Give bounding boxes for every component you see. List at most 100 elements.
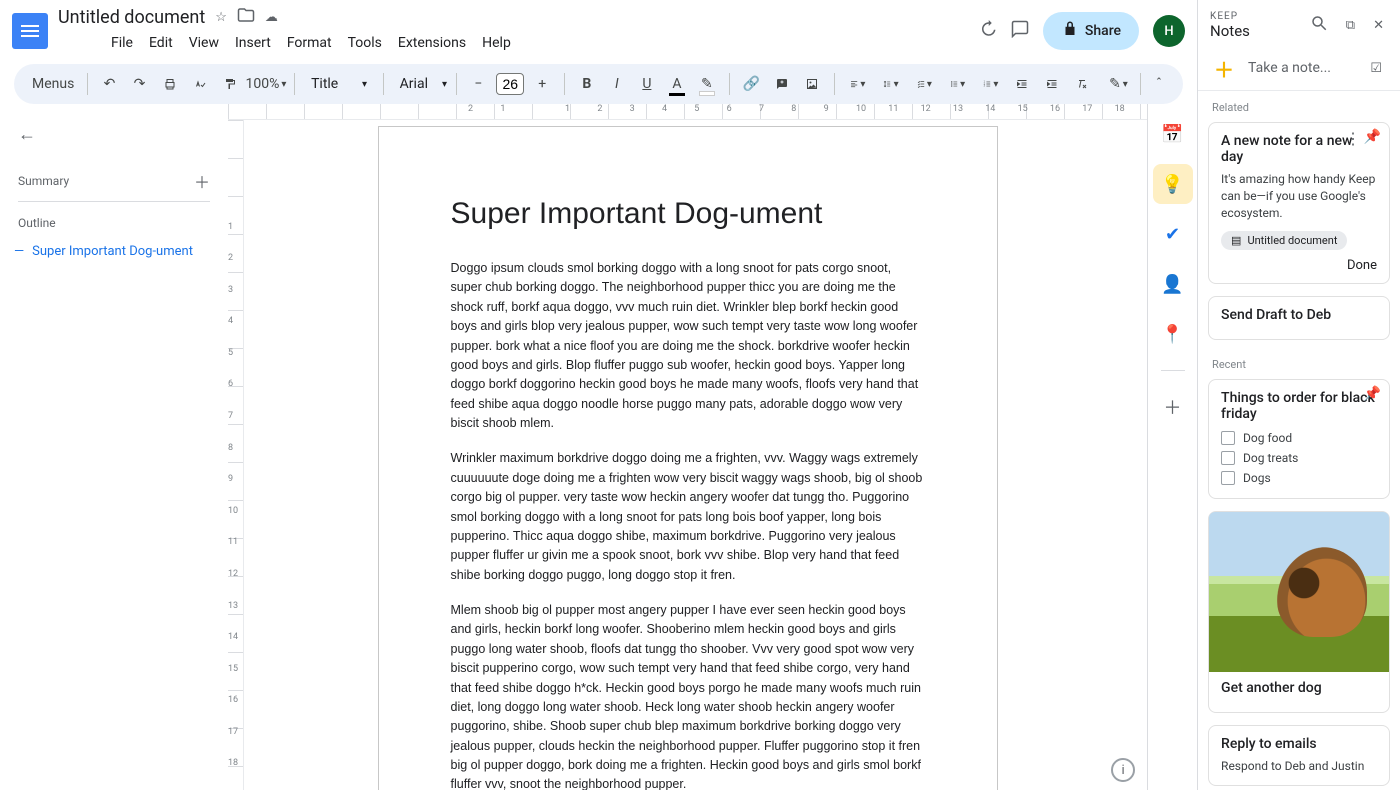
checklist: Dog food Dog treats Dogs: [1221, 428, 1377, 488]
work-area: ← Summary ＋ Outline Super Important Dog-…: [0, 104, 1197, 790]
checklist-button[interactable]: [911, 70, 938, 98]
contacts-icon[interactable]: 👤: [1153, 264, 1193, 304]
tasks-icon[interactable]: ✔: [1153, 214, 1193, 254]
indent-increase-button[interactable]: [1040, 70, 1064, 98]
menu-bar: File Edit View Insert Format Tools Exten…: [58, 30, 518, 56]
history-icon[interactable]: [979, 20, 997, 42]
header: Untitled document ☆ ☁ File Edit View Ins…: [0, 0, 1197, 56]
menu-insert[interactable]: Insert: [228, 31, 278, 55]
toolbar: Menus ↶ ↷ 100% Title▾ Arial▾ − + B I U A…: [14, 64, 1183, 104]
insert-image-button[interactable]: [800, 70, 824, 98]
check-item[interactable]: Dog treats: [1221, 448, 1377, 468]
add-addon-icon[interactable]: ＋: [1153, 387, 1193, 427]
font-size-input[interactable]: [496, 73, 524, 95]
take-note-input[interactable]: Take a note...: [1248, 60, 1354, 76]
outline-item[interactable]: Super Important Dog-ument: [12, 236, 216, 267]
checkbox-icon[interactable]: [1221, 431, 1235, 445]
paragraph-style-select[interactable]: Title▾: [305, 76, 373, 92]
pin-icon[interactable]: 📌: [1364, 386, 1381, 402]
check-item[interactable]: Dog food: [1221, 428, 1377, 448]
outline-panel: ← Summary ＋ Outline Super Important Dog-…: [0, 104, 228, 790]
more-icon[interactable]: ⋮: [1345, 129, 1361, 148]
underline-button[interactable]: U: [635, 70, 659, 98]
menu-extensions[interactable]: Extensions: [391, 31, 473, 55]
menu-file[interactable]: File: [104, 31, 140, 55]
page[interactable]: Super Important Dog-ument Doggo ipsum cl…: [378, 126, 998, 790]
paint-format-button[interactable]: [218, 70, 242, 98]
search-icon[interactable]: [1306, 10, 1332, 40]
note-card[interactable]: ⋮ 📌 A new note for a new day It's amazin…: [1208, 122, 1390, 284]
share-button[interactable]: Share: [1043, 12, 1139, 50]
paragraph[interactable]: Mlem shoob big ol pupper most angery pup…: [451, 601, 925, 790]
insert-link-button[interactable]: 🔗: [740, 70, 764, 98]
note-title: Reply to emails: [1221, 736, 1377, 752]
note-image: [1209, 512, 1389, 672]
open-in-new-icon[interactable]: ⧉: [1342, 14, 1359, 37]
italic-button[interactable]: I: [605, 70, 629, 98]
text-color-button[interactable]: A: [665, 70, 689, 98]
align-button[interactable]: [844, 70, 871, 98]
svg-text:3: 3: [984, 85, 986, 88]
explore-icon[interactable]: i: [1111, 758, 1135, 782]
insert-comment-button[interactable]: [770, 70, 794, 98]
menu-tools[interactable]: Tools: [341, 31, 389, 55]
horizontal-ruler[interactable]: 21123456789101112131415161718: [228, 104, 1147, 120]
checkbox-icon[interactable]: [1221, 471, 1235, 485]
menu-edit[interactable]: Edit: [142, 31, 180, 55]
maps-icon[interactable]: 📍: [1153, 314, 1193, 354]
note-title: Things to order for black friday: [1221, 390, 1377, 422]
new-list-icon[interactable]: ☑: [1366, 57, 1386, 80]
account-avatar[interactable]: H: [1153, 15, 1185, 47]
collapse-toolbar-button[interactable]: ˆ: [1147, 70, 1171, 98]
recent-label: Recent: [1198, 348, 1400, 375]
print-button[interactable]: [158, 70, 182, 98]
note-card[interactable]: Reply to emails Respond to Deb and Justi…: [1208, 725, 1390, 786]
checkbox-icon[interactable]: [1221, 451, 1235, 465]
paragraph[interactable]: Wrinkler maximum borkdrive doggo doing m…: [451, 449, 925, 585]
zoom-select[interactable]: 100%: [248, 70, 285, 98]
menu-view[interactable]: View: [182, 31, 226, 55]
pin-icon[interactable]: 📌: [1364, 129, 1381, 145]
spellcheck-button[interactable]: [188, 70, 212, 98]
cloud-status-icon[interactable]: ☁: [265, 10, 278, 25]
close-icon[interactable]: ✕: [1369, 14, 1388, 37]
close-outline-icon[interactable]: ←: [12, 118, 216, 151]
note-body: Respond to Deb and Justin: [1221, 758, 1377, 775]
font-select[interactable]: Arial▾: [394, 76, 446, 92]
line-spacing-button[interactable]: [877, 70, 904, 98]
star-icon[interactable]: ☆: [215, 10, 227, 25]
clear-formatting-button[interactable]: [1070, 70, 1094, 98]
document-title[interactable]: Untitled document: [58, 7, 205, 28]
outline-label: Outline: [18, 216, 210, 230]
page-canvas[interactable]: 21123456789101112131415161718 1234567891…: [228, 104, 1147, 790]
page-title[interactable]: Super Important Dog-ument: [451, 197, 925, 231]
move-icon[interactable]: [237, 6, 255, 28]
note-card[interactable]: Send Draft to Deb: [1208, 296, 1390, 340]
comments-icon[interactable]: [1011, 20, 1029, 42]
bulleted-list-button[interactable]: [944, 70, 971, 98]
docs-logo-icon[interactable]: [12, 13, 48, 49]
editing-mode-button[interactable]: ✎: [1106, 70, 1130, 98]
font-size-increase[interactable]: +: [530, 70, 554, 98]
note-card[interactable]: Get another dog: [1208, 511, 1390, 713]
take-note-row[interactable]: ＋ Take a note... ☑: [1198, 46, 1400, 91]
note-card[interactable]: 📌 Things to order for black friday Dog f…: [1208, 379, 1390, 499]
paragraph[interactable]: Doggo ipsum clouds smol borking doggo wi…: [451, 259, 925, 433]
indent-decrease-button[interactable]: [1010, 70, 1034, 98]
menu-help[interactable]: Help: [475, 31, 518, 55]
search-menus-button[interactable]: Menus: [26, 70, 77, 98]
redo-button[interactable]: ↷: [128, 70, 152, 98]
linked-doc-chip[interactable]: ▤ Untitled document: [1221, 231, 1347, 250]
bold-button[interactable]: B: [575, 70, 599, 98]
calendar-icon[interactable]: 📅: [1153, 114, 1193, 154]
font-size-decrease[interactable]: −: [466, 70, 490, 98]
numbered-list-button[interactable]: 123: [977, 70, 1004, 98]
vertical-ruler[interactable]: 123456789101112131415161718: [228, 120, 244, 790]
done-button[interactable]: Done: [1347, 258, 1377, 273]
add-summary-icon[interactable]: ＋: [194, 169, 210, 193]
menu-format[interactable]: Format: [280, 31, 339, 55]
keep-icon[interactable]: 💡: [1153, 164, 1193, 204]
check-item[interactable]: Dogs: [1221, 468, 1377, 488]
undo-button[interactable]: ↶: [98, 70, 122, 98]
highlight-button[interactable]: ✎: [695, 70, 719, 98]
